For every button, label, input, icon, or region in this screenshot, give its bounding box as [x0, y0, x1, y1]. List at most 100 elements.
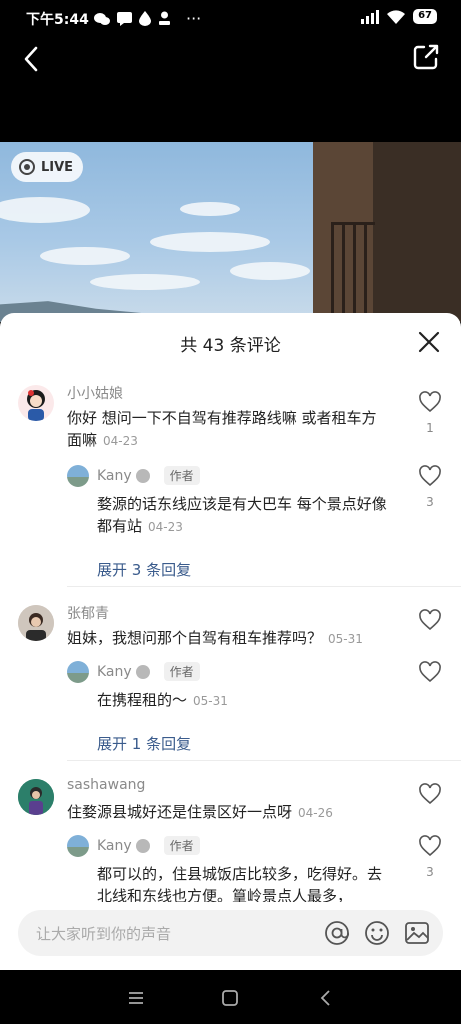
comment-item: sashawang 住婺源县城好还是住景区好一点呀 04-26 Kany 作者 都… — [0, 777, 461, 902]
mention-icon[interactable] — [324, 920, 350, 946]
reply-item: Kany 作者 婺源的话东线应该是有大巴车 每个景点好像都有站 04-23 3 — [67, 463, 461, 543]
home-icon[interactable] — [220, 988, 240, 1008]
like-button[interactable]: 1 — [415, 391, 445, 435]
comment-input[interactable]: 让大家听到你的声音 — [18, 910, 443, 956]
wooden-building — [313, 142, 461, 322]
divider — [67, 586, 461, 587]
comment-text[interactable]: 姐妹，我想问那个自驾有租车推荐吗？ 05-31 — [67, 627, 391, 650]
verified-icon — [135, 838, 150, 853]
reply-user-row: Kany 作者 — [97, 836, 200, 855]
reply-time: 05-31 — [193, 694, 228, 708]
like-count: 3 — [426, 495, 434, 509]
expand-replies-button[interactable]: 展开 3 条回复 — [97, 559, 191, 580]
live-icon — [19, 159, 35, 175]
reply-item: Kany 作者 在携程租的～ 05-31 — [67, 659, 461, 719]
reply-body: 在携程租的～ — [97, 691, 188, 709]
menu-icon[interactable] — [126, 988, 146, 1008]
status-right: 67 — [361, 9, 437, 24]
heart-icon — [419, 835, 441, 857]
reply-body: 婺源的话东线应该是有大巴车 每个景点好像都有站 — [97, 495, 387, 535]
reply-user-row: Kany 作者 — [97, 662, 200, 681]
reply-text[interactable]: 婺源的话东线应该是有大巴车 每个景点好像都有站 04-23 — [97, 493, 391, 538]
reply-user-row: Kany 作者 — [97, 466, 200, 485]
comment-list: 小小姑娘 你好 想问一下不自驾有推荐路线嘛 或者租车方面嘛 04-23 1 Kan… — [0, 369, 461, 902]
emoji-icon[interactable] — [364, 920, 390, 946]
heart-icon — [419, 609, 441, 631]
comment-username[interactable]: 张郁青 — [67, 603, 109, 623]
window-bars — [331, 222, 375, 322]
system-nav-bar — [0, 970, 461, 1024]
location-person-icon — [159, 11, 170, 25]
heart-icon — [419, 391, 441, 413]
live-label: LIVE — [41, 159, 74, 175]
comment-input-bar: 让大家听到你的声音 — [0, 902, 461, 970]
like-button[interactable] — [415, 661, 445, 687]
like-button[interactable]: 3 — [415, 835, 445, 879]
divider — [67, 760, 461, 761]
like-button[interactable] — [415, 609, 445, 635]
like-count: 3 — [426, 865, 434, 879]
comment-username[interactable]: sashawang — [67, 777, 145, 793]
comments-sheet: 共 43 条评论 小小姑娘 你好 想问一下不自驾有推荐路线嘛 或者租车方面嘛 04… — [0, 313, 461, 970]
live-photo-badge[interactable]: LIVE — [11, 152, 84, 182]
heart-icon — [419, 783, 441, 805]
comments-count-title: 共 43 条评论 — [180, 336, 281, 356]
avatar[interactable] — [18, 779, 54, 815]
comment-time: 04-26 — [298, 806, 333, 820]
author-tag: 作者 — [163, 466, 200, 485]
status-time: 下午5:44 — [26, 12, 89, 28]
battery-indicator: 67 — [413, 9, 437, 24]
expand-replies-button[interactable]: 展开 1 条回复 — [97, 733, 191, 754]
reply-avatar[interactable] — [67, 835, 89, 857]
author-tag: 作者 — [163, 836, 200, 855]
back-arrow-icon[interactable] — [16, 44, 46, 74]
reply-avatar[interactable] — [67, 661, 89, 683]
comment-body: 住婺源县城好还是住景区好一点呀 — [67, 803, 293, 821]
comment-time: 05-31 — [328, 632, 363, 646]
author-tag: 作者 — [163, 662, 200, 681]
reply-text[interactable]: 都可以的，住县城饭店比较多，吃得好。去北线和东线也方便。篁岭景点人最多， — [97, 863, 391, 902]
cloud — [40, 247, 130, 265]
comment-item: 张郁青 姐妹，我想问那个自驾有租车推荐吗？ 05-31 Kany 作者 在携程租的… — [0, 603, 461, 753]
like-count: 1 — [426, 421, 434, 435]
back-icon[interactable] — [316, 988, 336, 1008]
signal-icon — [361, 9, 380, 24]
comment-username[interactable]: 小小姑娘 — [67, 383, 123, 403]
comment-body: 姐妹，我想问那个自驾有租车推荐吗？ — [67, 629, 323, 647]
verified-icon — [135, 664, 150, 679]
sheet-header: 共 43 条评论 — [0, 313, 461, 369]
reply-text[interactable]: 在携程租的～ 05-31 — [97, 689, 391, 712]
reply-username[interactable]: Kany — [97, 664, 132, 680]
cloud — [150, 232, 270, 252]
comment-text[interactable]: 你好 想问一下不自驾有推荐路线嘛 或者租车方面嘛 04-23 — [67, 407, 391, 452]
like-button[interactable]: 3 — [415, 465, 445, 509]
wifi-icon — [387, 9, 406, 24]
cloud — [230, 262, 310, 280]
top-nav — [0, 36, 461, 142]
reply-body: 都可以的，住县城饭店比较多，吃得好。去北线和东线也方便。篁岭景点人最多， — [97, 865, 383, 902]
image-icon[interactable] — [404, 920, 430, 946]
reply-item: Kany 作者 都可以的，住县城饭店比较多，吃得好。去北线和东线也方便。篁岭景点… — [67, 833, 461, 902]
reply-username[interactable]: Kany — [97, 838, 132, 854]
comment-text[interactable]: 住婺源县城好还是住景区好一点呀 04-26 — [67, 801, 391, 824]
like-button[interactable] — [415, 783, 445, 809]
message-icon — [117, 11, 132, 26]
cloud — [90, 274, 200, 290]
close-icon[interactable] — [417, 330, 441, 354]
status-bar: 下午5:44 ··· 67 — [0, 0, 461, 36]
comment-item: 小小姑娘 你好 想问一下不自驾有推荐路线嘛 或者租车方面嘛 04-23 1 Kan… — [0, 383, 461, 603]
avatar[interactable] — [18, 385, 54, 421]
comment-time: 04-23 — [103, 434, 138, 448]
more-dots: ··· — [186, 9, 202, 28]
reply-username[interactable]: Kany — [97, 468, 132, 484]
cloud — [180, 202, 240, 216]
drop-icon — [139, 11, 151, 26]
cloud — [0, 197, 90, 223]
avatar[interactable] — [18, 605, 54, 641]
post-photo[interactable]: LIVE — [0, 142, 461, 322]
reply-avatar[interactable] — [67, 465, 89, 487]
comment-input-placeholder: 让大家听到你的声音 — [36, 925, 172, 943]
share-icon[interactable] — [411, 42, 441, 72]
notification-icons: ··· — [94, 9, 201, 28]
heart-icon — [419, 661, 441, 683]
